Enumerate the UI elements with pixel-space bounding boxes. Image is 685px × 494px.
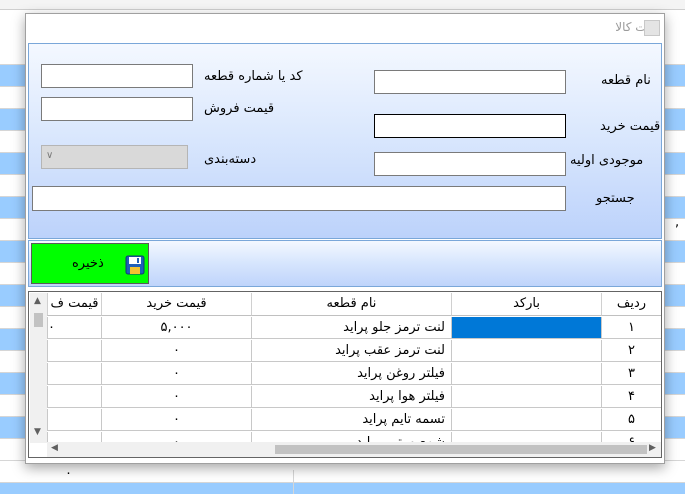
register-item-dialog: ثبت کالا نام قطعه قیمت خرید موجودی اولیه… (25, 13, 665, 464)
category-select[interactable]: ∨ (41, 145, 188, 169)
table-cell-row-number[interactable]: ۲ (601, 340, 661, 362)
table-cell-buy-price[interactable]: ۵,۰۰۰ (101, 317, 251, 339)
action-toolbar: ذخیره (28, 240, 662, 287)
table-cell-part-name[interactable]: فیلتر هوا پراید (251, 386, 451, 408)
table-cell-row-number[interactable]: ۳ (601, 363, 661, 385)
table-cell-buy-price[interactable]: ۰ (101, 409, 251, 431)
table-cell-part-name[interactable]: لنت ترمز عقب پراید (251, 340, 451, 362)
part-code-label: کد یا شماره قطعه (204, 69, 303, 84)
table-cell-barcode[interactable] (451, 386, 601, 408)
background-edge-mark: , (675, 215, 680, 230)
table-cell-sale-price[interactable] (47, 363, 101, 385)
background-cell-value: ۰ (65, 466, 72, 481)
table-cell-barcode[interactable] (451, 409, 601, 431)
table-cell-buy-price[interactable]: ۰ (101, 386, 251, 408)
background-header (0, 0, 685, 10)
save-button-label: ذخیره (72, 256, 104, 271)
table-cell-barcode[interactable] (451, 340, 601, 362)
vertical-scroll-thumb[interactable] (34, 313, 43, 327)
sale-price-label: قیمت فروش (204, 101, 275, 116)
part-name-input[interactable] (374, 70, 566, 94)
initial-stock-input[interactable] (374, 152, 566, 176)
part-code-input[interactable] (41, 64, 193, 88)
horizontal-scroll-thumb[interactable] (275, 445, 647, 454)
scroll-up-icon[interactable]: ▲ (34, 296, 41, 306)
scroll-down-icon[interactable]: ▼ (34, 427, 41, 437)
vertical-scrollbar[interactable]: ▲ ▼ (30, 293, 47, 443)
buy-price-input[interactable] (374, 114, 566, 138)
scroll-left-icon[interactable]: ◀ (51, 443, 58, 453)
scroll-right-icon[interactable]: ▶ (649, 443, 656, 453)
item-form-panel: نام قطعه قیمت خرید موجودی اولیه جستجو کد… (28, 43, 662, 239)
table-cell-barcode[interactable] (451, 363, 601, 385)
table-cell-buy-price[interactable]: ۰ (101, 363, 251, 385)
close-button[interactable] (644, 20, 660, 36)
column-header-barcode[interactable]: بارکد (451, 293, 601, 316)
table-cell-part-name[interactable]: فیلتر روغن پراید (251, 363, 451, 385)
save-button[interactable]: ذخیره (31, 243, 149, 284)
table-cell-sale-price[interactable] (47, 386, 101, 408)
table-cell-part-name[interactable]: لنت ترمز جلو پراید (251, 317, 451, 339)
horizontal-scrollbar[interactable]: ◀ ▶ (47, 442, 661, 457)
background-row (0, 483, 685, 494)
chevron-down-icon: ∨ (46, 150, 54, 161)
table-cell-row-number[interactable]: ۵ (601, 409, 661, 431)
buy-price-label: قیمت خرید (600, 119, 661, 134)
background-column-line (293, 470, 294, 494)
column-header-buy-price[interactable]: قیمت خرید (101, 293, 251, 316)
items-table[interactable]: ردیف بارکد نام قطعه قیمت خرید قیمت ف ۱ ل… (28, 291, 662, 458)
column-header-row-number[interactable]: ردیف (601, 293, 661, 316)
table-cell-sale-price[interactable] (47, 409, 101, 431)
table-cell-buy-price[interactable]: ۰ (101, 340, 251, 362)
table-cell-sale-price[interactable] (47, 340, 101, 362)
dialog-titlebar[interactable]: ثبت کالا (26, 14, 664, 43)
category-label: دسته‌بندی (204, 152, 257, 167)
table-cell-row-number[interactable]: ۱ (601, 317, 661, 339)
floppy-disk-icon (125, 255, 145, 275)
search-label: جستجو (596, 191, 635, 206)
table-cell-part-name[interactable]: تسمه تایم پراید (251, 409, 451, 431)
table-cell-barcode[interactable] (451, 317, 601, 339)
sale-price-input[interactable] (41, 97, 193, 121)
table-cell-sale-price[interactable]: ۰ (47, 317, 101, 339)
part-name-label: نام قطعه (601, 73, 651, 88)
column-header-part-name[interactable]: نام قطعه (251, 293, 451, 316)
search-input[interactable] (32, 186, 566, 211)
initial-stock-label: موجودی اولیه (570, 153, 644, 168)
background-row (0, 461, 685, 483)
column-header-sale-price[interactable]: قیمت ف (47, 293, 101, 316)
table-cell-row-number[interactable]: ۴ (601, 386, 661, 408)
